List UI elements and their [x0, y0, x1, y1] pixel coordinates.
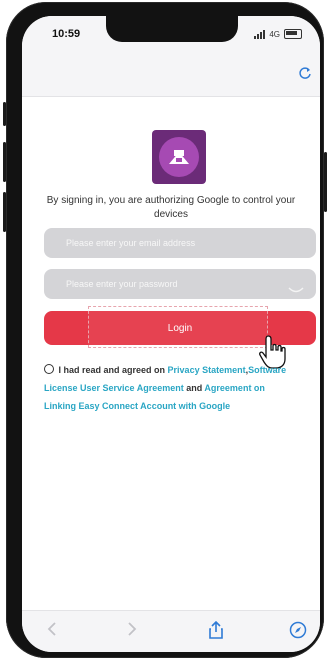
click-highlight: [88, 306, 268, 348]
battery-icon: [284, 29, 302, 39]
refresh-icon[interactable]: [296, 67, 314, 85]
agree-checkbox[interactable]: [44, 364, 54, 374]
status-time: 10:59: [52, 28, 81, 40]
mute-switch: [3, 102, 6, 126]
agreement-and: and: [183, 383, 205, 393]
compass-icon[interactable]: [288, 621, 308, 641]
logo-icon: [159, 137, 199, 177]
signal-icon: [254, 29, 266, 39]
volume-up-button: [3, 142, 6, 182]
browser-toolbar: [22, 610, 320, 652]
privacy-statement-link[interactable]: Privacy Statement: [168, 365, 246, 375]
app-logo: [152, 130, 206, 184]
browser-top-bar: [22, 56, 320, 97]
volume-down-button: [3, 192, 6, 232]
password-field[interactable]: [44, 269, 316, 299]
status-indicators: 4G: [254, 29, 302, 39]
power-button: [324, 152, 327, 212]
agreement-prefix: I had read and agreed on: [58, 365, 168, 375]
back-icon[interactable]: [42, 621, 62, 641]
email-field[interactable]: [44, 228, 316, 258]
network-label: 4G: [269, 29, 280, 39]
password-input[interactable]: [64, 278, 268, 290]
agreement-text: I had read and agreed on Privacy Stateme…: [44, 361, 294, 415]
phone-frame: 10:59 4G By signing in, you are authoriz…: [3, 2, 327, 658]
authorization-description: By signing in, you are authorizing Googl…: [46, 195, 296, 220]
notch: [106, 16, 238, 42]
email-input[interactable]: [64, 237, 268, 249]
screen: 10:59 4G By signing in, you are authoriz…: [22, 16, 320, 652]
forward-icon[interactable]: [122, 621, 142, 641]
eye-closed-icon[interactable]: [288, 277, 304, 293]
share-icon[interactable]: [206, 620, 226, 641]
